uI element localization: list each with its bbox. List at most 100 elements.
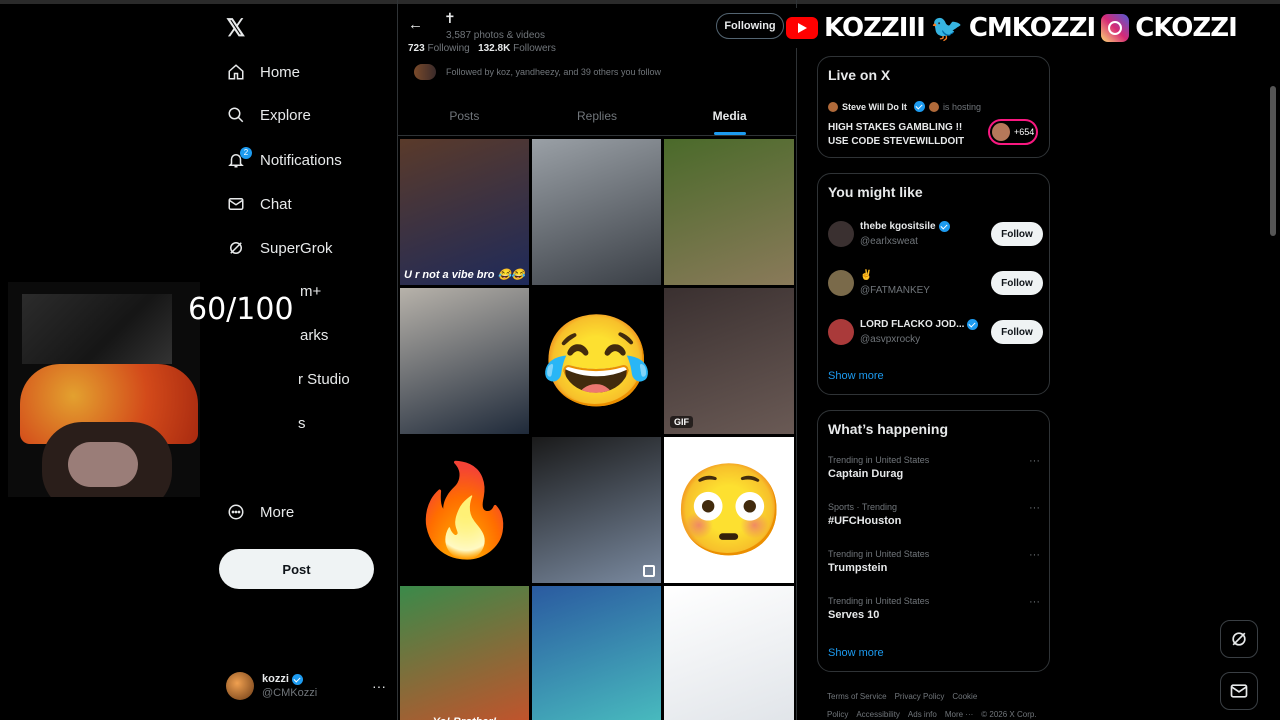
trend-item[interactable]: Sports · Trending #UFCHouston ···	[828, 502, 1040, 527]
trend-context: Trending in United States	[828, 455, 930, 465]
youtube-handle: KOZZIII	[824, 13, 926, 43]
live-listeners-pill[interactable]: +654	[988, 119, 1038, 145]
sidebar-item-label: Notifications	[260, 151, 342, 169]
trend-topic: Trumpstein	[828, 562, 888, 574]
grok-float-button[interactable]	[1220, 620, 1258, 658]
suggested-user[interactable]: ✌️ @FATMANKEY Follow	[828, 265, 1043, 301]
multiple-images-icon	[643, 565, 655, 577]
more-dots-icon[interactable]: ···	[1029, 455, 1040, 467]
live-event-title: HIGH STAKES GAMBLING !! USE CODE STEVEWI…	[828, 122, 965, 147]
followed-by[interactable]: Followed by koz, yandheezy, and 39 other…	[414, 64, 661, 80]
more-dots-icon[interactable]: ···	[1029, 596, 1040, 608]
media-tile[interactable]: GIF	[664, 288, 794, 434]
suggested-user[interactable]: LORD FLACKO JOD... @asvpxrocky Follow	[828, 314, 1043, 350]
grok-icon	[226, 238, 246, 258]
card-title: You might like	[828, 184, 923, 200]
sidebar-item-explore[interactable]: Explore	[226, 97, 311, 133]
tab-replies[interactable]: Replies	[531, 98, 664, 135]
account-handle: @CMKozzi	[262, 687, 318, 699]
media-tile[interactable]	[532, 139, 661, 285]
media-tile[interactable]	[664, 139, 794, 285]
avatar	[992, 123, 1010, 141]
sidebar-item-notifications[interactable]: 2 Notifications	[226, 142, 342, 178]
more-dots-icon[interactable]: ···	[1029, 549, 1040, 561]
trend-item[interactable]: Trending in United States Captain Durag ··…	[828, 455, 1040, 480]
sidebar-item-label: More	[260, 503, 295, 521]
user-name: thebe kgositsile	[860, 221, 936, 232]
avatar	[828, 101, 838, 112]
user-names: LORD FLACKO JOD... @asvpxrocky	[860, 317, 985, 347]
twitter-handle: CMKOZZI	[968, 13, 1096, 43]
followed-by-text: Followed by koz, yandheezy, and 39 other…	[446, 67, 661, 77]
footer-link[interactable]: Accessibility	[856, 710, 900, 719]
more-dots-icon[interactable]: ···	[372, 678, 386, 694]
verified-icon	[938, 220, 950, 232]
footer-link[interactable]: Ads info	[908, 710, 937, 719]
show-more-link[interactable]: Show more	[828, 647, 884, 659]
media-count: 3,587 photos & videos	[446, 30, 545, 41]
trend-item[interactable]: Trending in United States Serves 10 ···	[828, 596, 1040, 621]
follow-button[interactable]: Follow	[991, 271, 1043, 295]
account-switcher[interactable]: kozzi @CMKozzi ···	[226, 668, 386, 704]
media-tile[interactable]	[532, 586, 661, 720]
media-caption: U r not a vibe bro 😂😂	[404, 269, 525, 281]
media-tile[interactable]: 😳	[664, 437, 794, 583]
emoji-image: 😳	[672, 460, 786, 561]
footer-link[interactable]: Privacy Policy	[895, 692, 945, 701]
user-handle: @FATMANKEY	[860, 285, 930, 296]
tab-media[interactable]: Media	[663, 98, 796, 135]
scrollbar[interactable]	[1270, 86, 1276, 236]
trend-item[interactable]: Trending in United States Trumpstein ···	[828, 549, 1040, 574]
user-name: LORD FLACKO JOD...	[860, 319, 965, 330]
show-more-link[interactable]: Show more	[828, 370, 884, 382]
tab-posts[interactable]: Posts	[398, 98, 531, 135]
sidebar-item-supergrok[interactable]: SuperGrok	[226, 230, 333, 266]
footer-link[interactable]: © 2026 X Corp.	[981, 710, 1036, 719]
back-arrow-icon[interactable]: ←	[408, 16, 423, 33]
live-host-action: is hosting	[942, 101, 981, 112]
sidebar-item-partial-premium[interactable]: m+	[300, 283, 321, 300]
media-tile[interactable]: 🔥	[400, 437, 529, 583]
following-button[interactable]: Following	[716, 13, 784, 39]
media-tile[interactable]: Yo! Brother!	[400, 586, 529, 720]
live-card[interactable]: Live on X Steve Will Do It is hosting HI…	[817, 56, 1050, 158]
listener-count: +654	[1014, 127, 1035, 137]
verified-icon	[291, 673, 303, 685]
sidebar-item-partial-lists[interactable]: s	[298, 415, 306, 432]
x-logo-icon[interactable]: 𝕏	[226, 14, 256, 44]
media-tile[interactable]	[532, 437, 661, 583]
instagram-icon	[1101, 14, 1130, 42]
home-icon	[226, 62, 246, 82]
sidebar-item-home[interactable]: Home	[226, 54, 300, 90]
more-dots-icon[interactable]: ···	[1029, 502, 1040, 514]
suggested-user[interactable]: thebe kgositsile @earlxsweat Follow	[828, 216, 1043, 252]
sidebar-item-partial-creator-studio[interactable]: r Studio	[298, 371, 350, 388]
sidebar-item-more[interactable]: More	[226, 494, 294, 530]
following-count[interactable]: 723	[408, 43, 425, 54]
sidebar-item-label: Explore	[260, 106, 311, 124]
search-icon	[226, 105, 246, 125]
media-tile[interactable]	[664, 586, 794, 720]
user-handle: @earlxsweat	[860, 236, 918, 247]
account-name: kozzi	[262, 673, 289, 685]
follow-button[interactable]: Follow	[991, 320, 1043, 344]
follow-button[interactable]: Follow	[991, 222, 1043, 246]
media-tile[interactable]	[400, 288, 529, 434]
footer-link[interactable]: More ···	[945, 710, 973, 719]
sidebar-item-label: SuperGrok	[260, 239, 333, 257]
user-names: ✌️ @FATMANKEY	[860, 268, 985, 298]
bell-icon: 2	[226, 147, 252, 170]
media-grid: U r not a vibe bro 😂😂 😂 GIF 🔥 😳 Yo! Brother!	[400, 139, 796, 720]
sidebar-item-chat[interactable]: Chat	[226, 186, 292, 222]
media-tile[interactable]: 😂	[532, 288, 661, 434]
messages-float-button[interactable]	[1220, 672, 1258, 710]
emoji-image: 😂	[540, 311, 653, 412]
avatar	[828, 221, 854, 247]
followers-count[interactable]: 132.8K	[478, 43, 510, 54]
media-caption: Yo! Brother!	[400, 716, 529, 720]
footer-link[interactable]: Terms of Service	[827, 692, 887, 701]
media-tile[interactable]: U r not a vibe bro 😂😂	[400, 139, 529, 285]
post-button[interactable]: Post	[219, 549, 374, 589]
trend-context: Trending in United States	[828, 596, 930, 606]
sidebar-item-partial-bookmarks[interactable]: arks	[300, 327, 328, 344]
